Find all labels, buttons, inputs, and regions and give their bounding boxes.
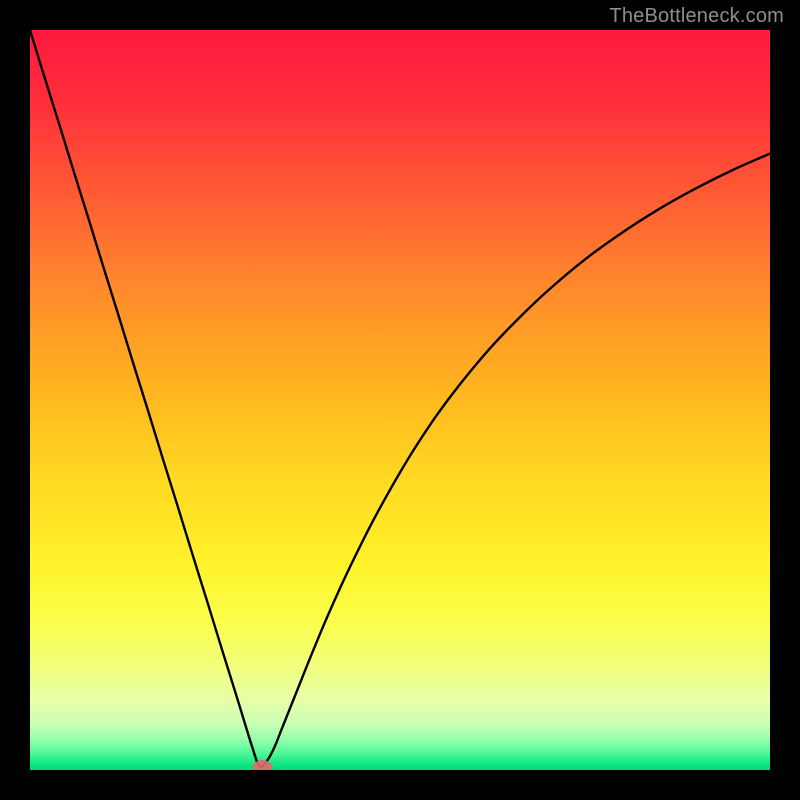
chart-plot-area bbox=[30, 30, 770, 770]
chart-frame: TheBottleneck.com bbox=[0, 0, 800, 800]
watermark-label: TheBottleneck.com bbox=[609, 5, 784, 28]
chart-svg bbox=[30, 30, 770, 770]
gradient-background bbox=[30, 30, 770, 770]
